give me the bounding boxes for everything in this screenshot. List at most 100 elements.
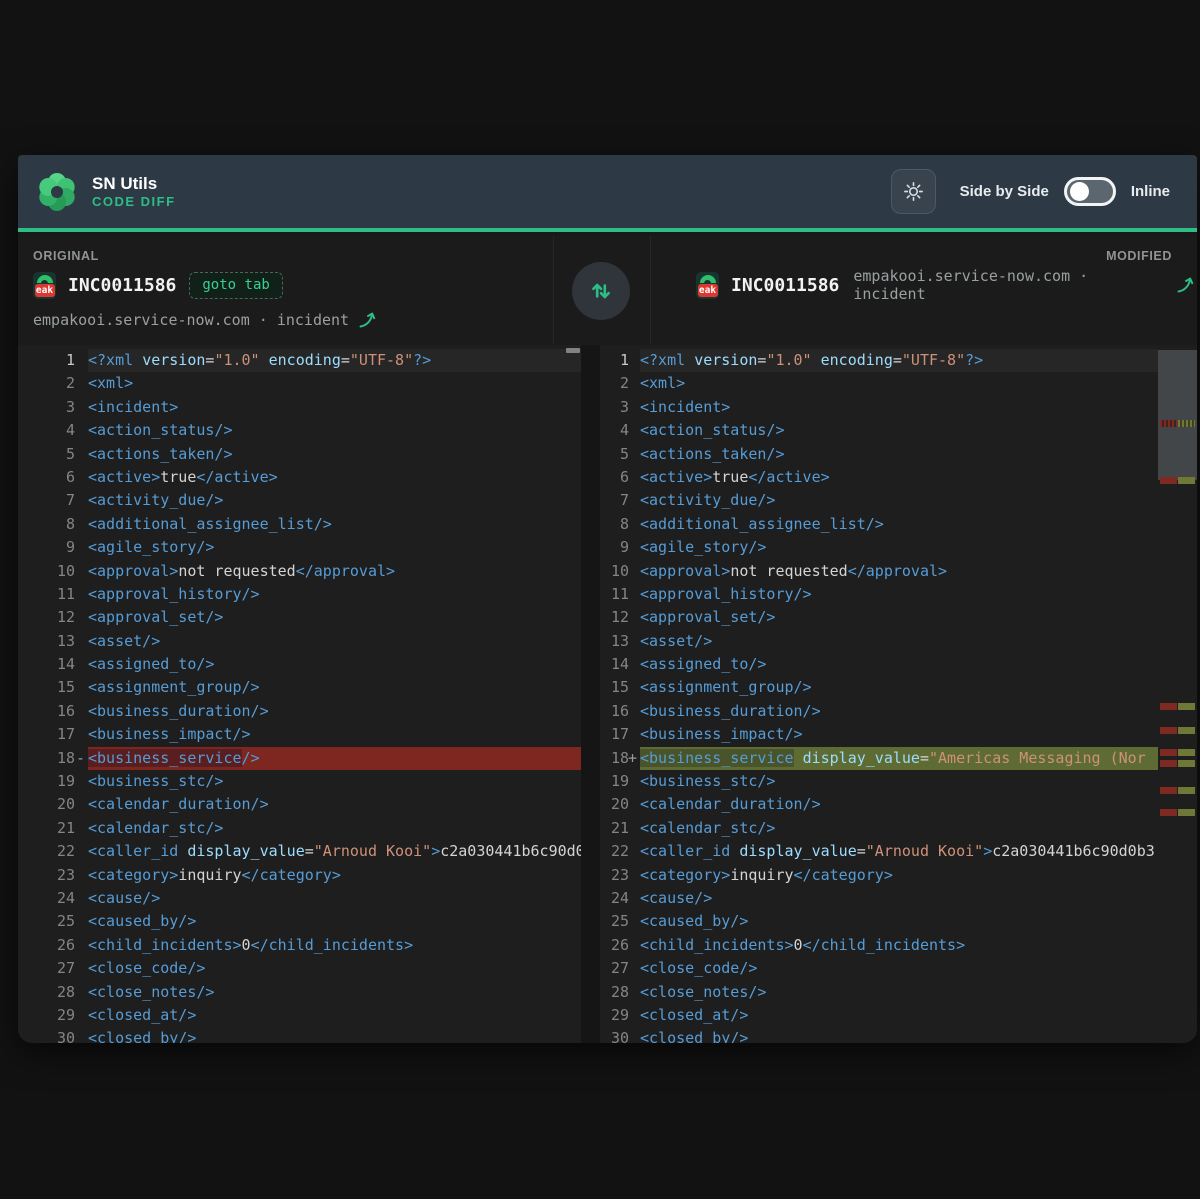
code-line: 29<closed_at/> [18, 1004, 581, 1027]
code-text: <active>true</active> [88, 466, 581, 489]
line-number: 5 [600, 443, 640, 466]
side-by-side-label[interactable]: Side by Side [960, 183, 1049, 200]
line-number: 10 [18, 560, 88, 583]
view-mode-toggle[interactable] [1064, 177, 1116, 206]
code-text: <xml> [640, 372, 1158, 395]
code-line: 17<business_impact/> [18, 723, 581, 746]
line-number: 29 [600, 1004, 640, 1027]
code-line: 23<category>inquiry</category> [600, 864, 1158, 887]
line-number: 7 [600, 489, 640, 512]
code-line: 13<asset/> [18, 630, 581, 653]
code-line: 17<business_impact/> [600, 723, 1158, 746]
open-record-arrow-icon[interactable] [357, 310, 379, 330]
line-number: 24 [18, 887, 88, 910]
line-number: 16 [600, 700, 640, 723]
line-number: 6 [600, 466, 640, 489]
swap-panels-button[interactable] [572, 262, 630, 320]
code-text: <calendar_duration/> [88, 793, 581, 816]
code-text: <business_stc/> [640, 770, 1158, 793]
code-text: <business_stc/> [88, 770, 581, 793]
code-text: <close_notes/> [88, 981, 581, 1004]
code-text: <approval_history/> [640, 583, 1158, 606]
line-number: 3 [18, 396, 88, 419]
code-line: 12<approval_set/> [600, 606, 1158, 629]
theme-toggle-button[interactable] [891, 169, 936, 214]
inline-label[interactable]: Inline [1131, 183, 1170, 200]
line-number: 1 [18, 349, 88, 372]
code-text: <agile_story/> [88, 536, 581, 559]
code-text: <additional_assignee_list/> [88, 513, 581, 536]
instance-url: empakooi.service-now.com · incident [853, 267, 1166, 303]
left-scrollbar-thumb[interactable] [566, 348, 580, 353]
code-line: 3<incident> [600, 396, 1158, 419]
right-scrollbar-thumb[interactable] [1158, 350, 1197, 480]
code-text: <closed_by/> [640, 1027, 1158, 1043]
code-text: <additional_assignee_list/> [640, 513, 1158, 536]
code-text: <business_duration/> [640, 700, 1158, 723]
diff-overview-ruler[interactable] [1158, 345, 1197, 1043]
code-line: 30<closed_by/> [18, 1027, 581, 1043]
code-text: <approval_set/> [88, 606, 581, 629]
line-number: 7 [18, 489, 88, 512]
line-number: 27 [18, 957, 88, 980]
diff-sign: + [628, 747, 640, 770]
code-line: 22<caller_id display_value="Arnoud Kooi"… [18, 840, 581, 863]
code-text: <assignment_group/> [88, 676, 581, 699]
code-text: <approval>not requested</approval> [88, 560, 581, 583]
code-text: <asset/> [88, 630, 581, 653]
code-line: 27<close_code/> [18, 957, 581, 980]
line-number: 12 [18, 606, 88, 629]
open-record-arrow-icon[interactable] [1175, 275, 1197, 295]
code-line: 25<caused_by/> [600, 910, 1158, 933]
modified-code-pane: 1<?xml version="1.0" encoding="UTF-8"?>2… [600, 345, 1197, 1043]
code-text: <activity_due/> [640, 489, 1158, 512]
line-number: 18+ [600, 747, 640, 770]
code-text: <asset/> [640, 630, 1158, 653]
code-text: <business_service display_value="America… [640, 747, 1158, 770]
line-number: 30 [600, 1027, 640, 1043]
app-title: SN Utils [92, 175, 176, 193]
code-line: 12<approval_set/> [18, 606, 581, 629]
code-line: 5<actions_taken/> [600, 443, 1158, 466]
code-line: 28<close_notes/> [600, 981, 1158, 1004]
code-text: <actions_taken/> [640, 443, 1158, 466]
record-number: INC0011586 [68, 275, 176, 296]
code-line: 4<action_status/> [600, 419, 1158, 442]
line-number: 11 [18, 583, 88, 606]
code-line: 9<agile_story/> [600, 536, 1158, 559]
code-text: <approval_history/> [88, 583, 581, 606]
code-text: <child_incidents>0</child_incidents> [88, 934, 581, 957]
code-text: <assigned_to/> [640, 653, 1158, 676]
code-text: <calendar_stc/> [88, 817, 581, 840]
code-line: 15<assignment_group/> [18, 676, 581, 699]
app-subtitle: CODE DIFF [92, 195, 176, 209]
code-line: 23<category>inquiry</category> [18, 864, 581, 887]
line-number: 25 [600, 910, 640, 933]
goto-tab-button[interactable]: goto tab [189, 272, 282, 299]
sun-icon [902, 180, 925, 203]
code-text: <caller_id display_value="Arnoud Kooi">c… [640, 840, 1158, 863]
line-number: 8 [600, 513, 640, 536]
code-text: <calendar_stc/> [640, 817, 1158, 840]
code-line: 21<calendar_stc/> [18, 817, 581, 840]
line-number: 4 [18, 419, 88, 442]
code-text: <category>inquiry</category> [640, 864, 1158, 887]
code-line: 25<caused_by/> [18, 910, 581, 933]
code-text: <closed_at/> [640, 1004, 1158, 1027]
line-number: 9 [600, 536, 640, 559]
line-number: 1 [600, 349, 640, 372]
code-line: 26<child_incidents>0</child_incidents> [18, 934, 581, 957]
code-text: <close_code/> [640, 957, 1158, 980]
code-line: 14<assigned_to/> [600, 653, 1158, 676]
record-number: INC0011586 [731, 275, 839, 296]
code-text: <business_impact/> [640, 723, 1158, 746]
line-number: 14 [18, 653, 88, 676]
line-number: 18- [18, 747, 88, 770]
instance-url: empakooi.service-now.com · incident [33, 311, 349, 329]
modified-panel-header: MODIFIED eak INC0011586 empakooi.service… [650, 236, 1197, 345]
code-text: <active>true</active> [640, 466, 1158, 489]
code-text: <business_duration/> [88, 700, 581, 723]
code-line: 9<agile_story/> [18, 536, 581, 559]
sn-utils-logo-icon [36, 171, 78, 213]
code-line: 30<closed_by/> [600, 1027, 1158, 1043]
